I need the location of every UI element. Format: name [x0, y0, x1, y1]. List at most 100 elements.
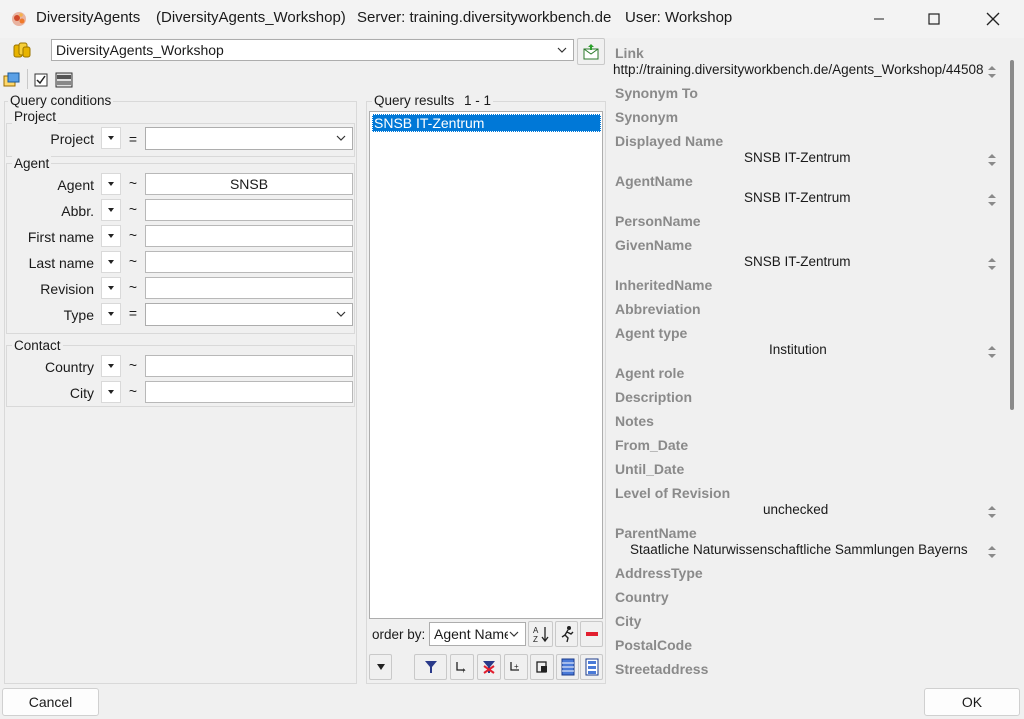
filter-button[interactable]: [414, 654, 447, 680]
city-label: City: [69, 385, 94, 401]
abbr-input[interactable]: [145, 199, 353, 221]
list-option-button[interactable]: [530, 654, 554, 680]
city-label: City: [615, 613, 642, 629]
caret-down-icon: [108, 364, 114, 368]
revision-label: Revision: [40, 281, 94, 297]
details-scrollbar[interactable]: [1010, 60, 1014, 410]
first-name-mode-dropdown[interactable]: [101, 225, 121, 247]
select-none-icon: [585, 658, 598, 676]
scroll-arrows-icon[interactable]: [987, 64, 997, 80]
scroll-arrows-icon[interactable]: [987, 192, 997, 208]
type-label: Type: [63, 307, 94, 323]
maximize-button[interactable]: [911, 0, 957, 38]
project-combo[interactable]: [145, 127, 353, 150]
type-mode-dropdown[interactable]: [101, 303, 121, 325]
close-button[interactable]: [970, 0, 1016, 38]
synonym-to-label: Synonym To: [615, 85, 698, 101]
country-mode-dropdown[interactable]: [101, 355, 121, 377]
order-by-label: order by:: [372, 627, 426, 642]
agent-name-value[interactable]: SNSB IT-Zentrum: [744, 190, 851, 205]
checkbox-icon[interactable]: [34, 73, 48, 87]
project-operator: =: [128, 131, 138, 147]
inherited-name-label: InheritedName: [615, 277, 713, 293]
given-name-label: GivenName: [615, 237, 693, 253]
last-name-mode-dropdown[interactable]: [101, 251, 121, 273]
first-name-input[interactable]: [145, 225, 353, 247]
database-title: (DiversityAgents_Workshop): [156, 9, 346, 26]
cancel-button[interactable]: Cancel: [2, 688, 99, 716]
project-mode-dropdown[interactable]: [101, 127, 121, 149]
level-of-revision-value[interactable]: unchecked: [763, 502, 828, 517]
add-to-list-button[interactable]: +: [450, 654, 474, 680]
options-dropdown-button[interactable]: [369, 654, 392, 680]
chevron-down-icon: [557, 47, 567, 53]
revision-mode-dropdown[interactable]: [101, 277, 121, 299]
project-group-title: Project: [12, 109, 59, 124]
order-by-value: Agent Name: [434, 626, 508, 642]
agent-mode-dropdown[interactable]: [101, 173, 121, 195]
agent-name-label: AgentName: [615, 173, 693, 189]
list-item[interactable]: SNSB IT-Zentrum: [372, 114, 601, 132]
add-all-button[interactable]: +: [504, 654, 528, 680]
database-combo-value: DiversityAgents_Workshop: [56, 42, 224, 58]
app-name: DiversityAgents: [36, 9, 141, 26]
layout-icon[interactable]: [55, 72, 73, 88]
remove-button[interactable]: [580, 621, 603, 647]
type-operator: =: [128, 305, 138, 321]
city-mode-dropdown[interactable]: [101, 381, 121, 403]
filter-icon: [424, 661, 437, 673]
caret-down-icon: [108, 182, 114, 186]
city-input[interactable]: [145, 381, 353, 403]
caret-down-icon: [108, 286, 114, 290]
address-type-label: AddressType: [615, 565, 703, 581]
select-all-button[interactable]: [556, 654, 579, 680]
query-results-list[interactable]: SNSB IT-Zentrum: [369, 111, 603, 619]
close-icon: [986, 12, 1000, 26]
order-by-combo[interactable]: Agent Name: [429, 622, 526, 646]
scroll-arrows-icon[interactable]: [987, 256, 997, 272]
query-mode-icon[interactable]: [3, 72, 20, 88]
running-man-icon: [561, 626, 573, 643]
svg-text:A: A: [533, 626, 539, 635]
abbr-mode-dropdown[interactable]: [101, 199, 121, 221]
last-name-operator: ~: [128, 253, 138, 269]
query-conditions-title: Query conditions: [8, 93, 114, 108]
agent-type-value[interactable]: Institution: [769, 342, 827, 357]
agent-input[interactable]: SNSB: [145, 173, 353, 195]
query-results-header: Query results 1 - 1: [372, 93, 494, 108]
database-combo[interactable]: DiversityAgents_Workshop: [51, 39, 574, 61]
sort-az-icon: A Z: [533, 626, 549, 643]
displayed-name-value[interactable]: SNSB IT-Zentrum: [744, 150, 851, 165]
chevron-down-icon: [509, 631, 519, 637]
scroll-arrows-icon[interactable]: [987, 152, 997, 168]
parent-name-value[interactable]: Staatliche Naturwissenschaftliche Sammlu…: [630, 542, 968, 557]
country-input[interactable]: [145, 355, 353, 377]
caret-down-icon: [108, 390, 114, 394]
select-none-button[interactable]: [580, 654, 603, 680]
notes-label: Notes: [615, 413, 654, 429]
scroll-arrows-icon[interactable]: [987, 504, 997, 520]
server-info: Server: training.diversityworkbench.de: [357, 9, 612, 26]
scroll-arrows-icon[interactable]: [987, 544, 997, 560]
last-name-input[interactable]: [145, 251, 353, 273]
remove-from-list-button[interactable]: [477, 654, 501, 680]
maximize-icon: [928, 13, 940, 25]
project-label: Project: [50, 131, 94, 147]
agent-label: Agent: [57, 177, 94, 193]
given-name-value[interactable]: SNSB IT-Zentrum: [744, 254, 851, 269]
caret-down-icon: [108, 312, 114, 316]
caret-down-icon: [108, 136, 114, 140]
ok-button[interactable]: OK: [924, 688, 1020, 716]
agent-operator: ~: [128, 175, 138, 191]
sort-button[interactable]: A Z: [528, 621, 553, 647]
caret-down-icon: [108, 234, 114, 238]
start-query-button[interactable]: [555, 621, 578, 647]
type-combo[interactable]: [145, 303, 353, 326]
synonym-label: Synonym: [615, 109, 679, 125]
connect-database-button[interactable]: [577, 38, 605, 65]
link-value[interactable]: http://training.diversityworkbench.de/Ag…: [613, 62, 983, 77]
minus-icon: [585, 632, 598, 636]
minimize-button[interactable]: [856, 0, 902, 38]
scroll-arrows-icon[interactable]: [987, 344, 997, 360]
revision-input[interactable]: [145, 277, 353, 299]
